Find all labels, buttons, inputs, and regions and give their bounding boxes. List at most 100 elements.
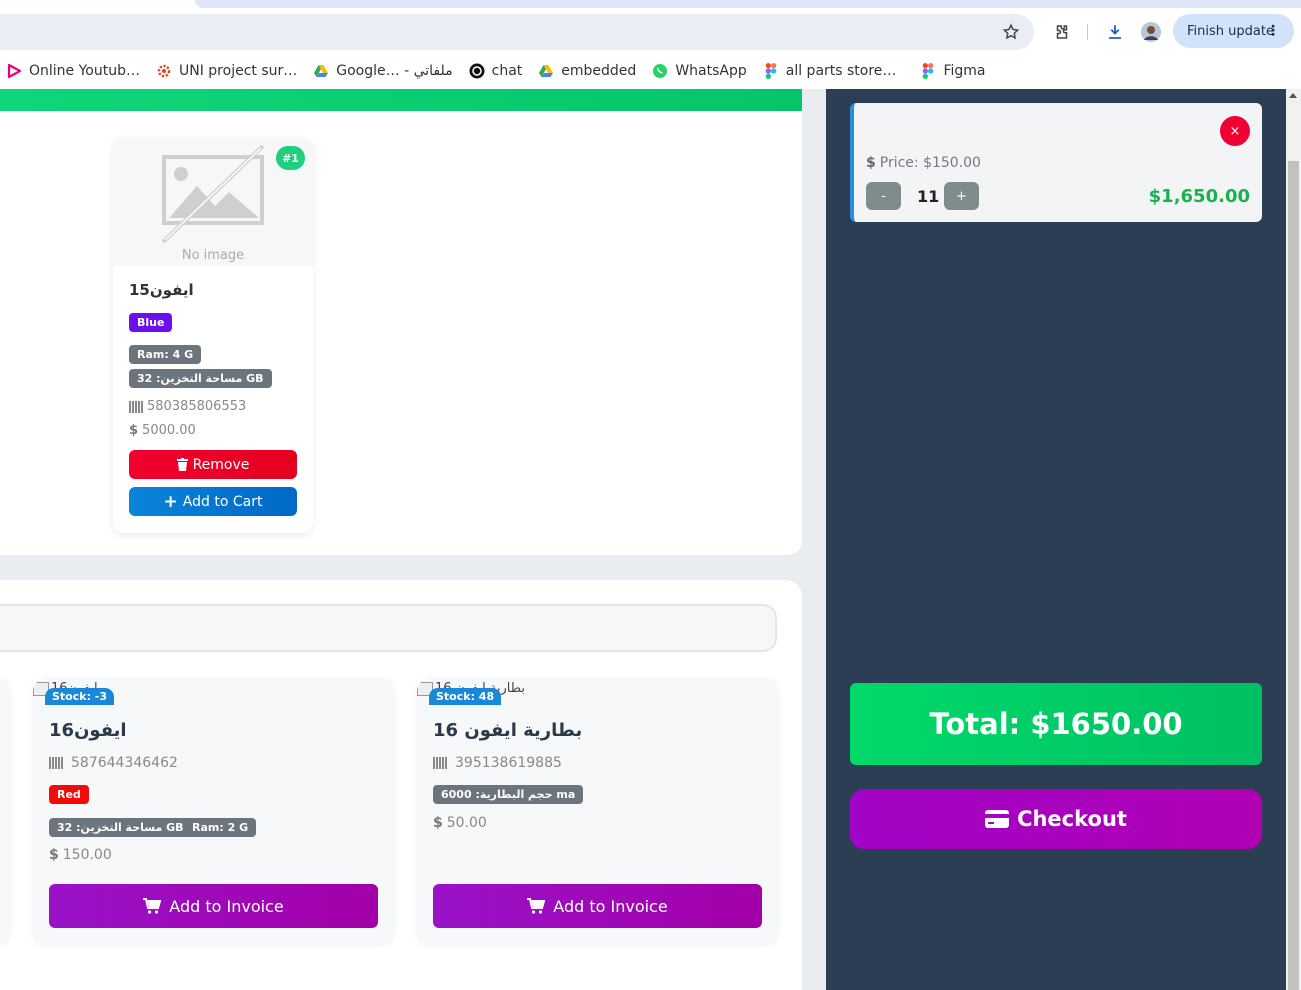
bookmark-star-icon[interactable]: [1001, 22, 1021, 42]
google-drive-icon: [313, 63, 329, 79]
battery-capacity-badge: حجم البطارية: 6000 ma: [433, 785, 584, 804]
credit-card-icon: [985, 810, 1010, 828]
price-value: 5000.00: [142, 423, 196, 438]
play-logo-icon: [6, 63, 22, 79]
add-to-invoice-label: Add to Invoice: [553, 896, 668, 916]
bookmark-online-youtube[interactable]: Online Youtub…: [6, 63, 140, 79]
extensions-puzzle-icon[interactable]: [1052, 22, 1072, 42]
barcode-value: 587644346462: [71, 755, 178, 771]
download-icon[interactable]: [1105, 22, 1125, 42]
bookmark-label: chat: [491, 62, 523, 79]
bookmark-google-drive-files[interactable]: Google… - ملفاتي: [313, 62, 453, 79]
google-drive-icon: [538, 63, 554, 79]
whatsapp-icon: [652, 63, 668, 79]
bookmark-label: Online Youtub…: [29, 62, 140, 79]
barcode-value: 395138619885: [455, 755, 562, 771]
checkout-button[interactable]: Checkout: [850, 789, 1262, 849]
barcode-row: 580385806553: [129, 399, 246, 414]
finish-update-button[interactable]: Finish update ⋮: [1173, 14, 1294, 48]
shopping-cart-icon: [143, 898, 162, 914]
total-amount: Total: $1650.00: [850, 683, 1262, 765]
bookmark-label: all parts store…: [785, 62, 897, 79]
profile-avatar-icon[interactable]: [1141, 22, 1161, 42]
bookmark-label: WhatsApp: [675, 62, 747, 79]
barcode-row: 587644346462: [49, 755, 178, 771]
ram-badge: Ram: 2 G: [184, 818, 257, 837]
browser-tab-strip: [0, 0, 1301, 12]
barcode-value: 580385806553: [147, 399, 247, 414]
bookmark-label: Figma: [943, 62, 986, 79]
price-value: 50.00: [446, 815, 487, 831]
inventory-card: ايفون16 Stock: -3 ايفون16 587644346462 R…: [33, 678, 394, 943]
rank-badge: #1: [276, 146, 305, 170]
increase-quantity-button[interactable]: +: [944, 182, 979, 210]
add-to-cart-label: Add to Cart: [182, 493, 263, 510]
active-tab[interactable]: [195, 0, 1301, 8]
dollar-icon: $: [129, 423, 139, 438]
ram-badge: Ram: 4 G: [129, 345, 202, 364]
gear-logo-icon: [156, 63, 172, 79]
bookmark-label: Google… - ملفاتي: [336, 62, 453, 79]
barcode-icon: [129, 400, 143, 413]
browser-toolbar: Finish update ⋮: [0, 12, 1301, 52]
bookmark-uni-project[interactable]: UNI project sur…: [156, 63, 297, 79]
add-to-invoice-button[interactable]: Add to Invoice: [49, 884, 378, 928]
cart-item: × $ Price: $150.00 - 11 + $1,650.00: [850, 103, 1262, 222]
bookmarks-bar: Online Youtub… UNI project sur… Google… …: [0, 52, 1301, 89]
plus-icon: +: [163, 491, 178, 512]
price-row: $ 5000.00: [129, 423, 196, 438]
remove-item-button[interactable]: ×: [1220, 116, 1250, 146]
inventory-card: بطارية ايفون 16 Stock: 48 بطارية ايفون 1…: [417, 678, 778, 943]
barcode-row: 395138619885: [433, 755, 562, 771]
line-total: $1,650.00: [1148, 186, 1250, 207]
scroll-up-arrow-icon[interactable]: [1289, 93, 1297, 98]
storage-badge: مساحة التخزين: 32 GB: [49, 818, 192, 837]
no-image-label: No image: [181, 248, 245, 263]
address-bar[interactable]: [0, 14, 1034, 50]
product-card: No image #1 ايفون15 Blue Ram: 4 G مساحة …: [113, 138, 313, 533]
decrease-quantity-button[interactable]: -: [866, 182, 901, 210]
figma-icon: [763, 62, 779, 79]
stock-badge: Stock: 48: [429, 688, 502, 705]
color-badge: Blue: [129, 313, 173, 332]
price-row: $ 50.00: [433, 815, 487, 831]
bookmark-all-parts-store[interactable]: all parts store…: [763, 62, 897, 79]
barcode-icon: [49, 757, 63, 769]
kebab-menu-icon[interactable]: ⋮: [1266, 23, 1280, 39]
no-image-icon: [161, 144, 265, 248]
product-image-placeholder: No image #1: [113, 138, 313, 266]
price-value: 150.00: [62, 847, 112, 863]
search-input[interactable]: [0, 604, 777, 652]
scrollbar-thumb[interactable]: [1288, 161, 1299, 990]
cart-item-price: $ Price: $150.00: [866, 155, 981, 171]
figma-icon: [920, 62, 936, 79]
bookmark-figma[interactable]: Figma: [920, 62, 986, 79]
checkout-label: Checkout: [1017, 807, 1127, 831]
scrollbar[interactable]: [1286, 89, 1301, 990]
storage-badge: مساحة التخزين: 32 GB: [129, 369, 272, 388]
bookmark-whatsapp[interactable]: WhatsApp: [652, 62, 747, 79]
price-label: Price: $150.00: [879, 155, 981, 171]
main-content: No image #1 ايفون15 Blue Ram: 4 G مساحة …: [0, 89, 826, 990]
bookmark-label: UNI project sur…: [179, 62, 298, 79]
add-to-invoice-button[interactable]: Add to Invoice: [433, 884, 762, 928]
trash-icon: [176, 458, 188, 471]
chatgpt-icon: [469, 63, 485, 79]
bookmark-chat[interactable]: chat: [469, 62, 523, 79]
inventory-item-name: ايفون16: [49, 720, 127, 741]
inventory-item-name: بطارية ايفون 16: [433, 720, 583, 741]
stock-badge: Stock: -3: [45, 688, 115, 705]
color-badge: Red: [49, 785, 89, 804]
bookmark-embedded[interactable]: embedded: [538, 63, 636, 79]
add-to-cart-button[interactable]: + Add to Cart: [129, 487, 297, 516]
product-name: ايفون15: [129, 281, 194, 299]
quantity-value: 11: [917, 187, 940, 206]
remove-label: Remove: [192, 456, 250, 473]
green-header-bar: [0, 89, 802, 111]
price-row: $ 150.00: [49, 847, 112, 863]
shopping-cart-icon: [527, 898, 546, 914]
finish-update-label: Finish update: [1187, 23, 1274, 39]
dollar-icon: $: [49, 847, 59, 863]
remove-button[interactable]: Remove: [129, 450, 297, 479]
dollar-icon: $: [866, 155, 876, 171]
